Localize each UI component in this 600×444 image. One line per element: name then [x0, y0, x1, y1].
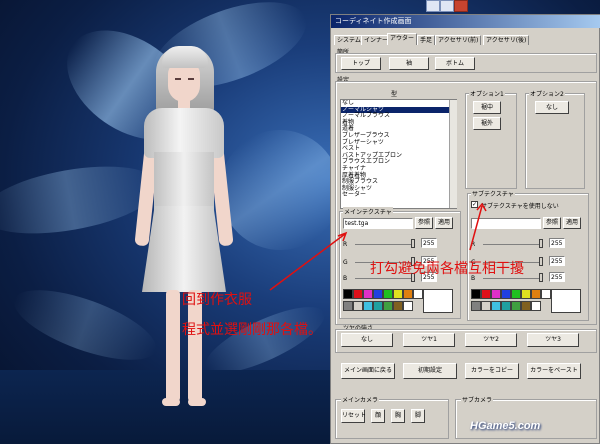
return-annotation: 回到作衣服 [182, 292, 252, 308]
annotation-arrows [269, 202, 487, 291]
watermark-suffix: .com [514, 420, 541, 432]
checkbox-arrow-line [469, 205, 483, 251]
file-arrow-line [269, 233, 346, 291]
hgame5-watermark-logo: HGame5.com [470, 412, 540, 435]
select-file-annotation: 程式並選剛剛那各檔。 [182, 322, 322, 338]
checkbox-annotation: 打勾避免兩各檔互相干擾 [370, 261, 524, 277]
watermark-brand: HGame5 [470, 420, 515, 432]
